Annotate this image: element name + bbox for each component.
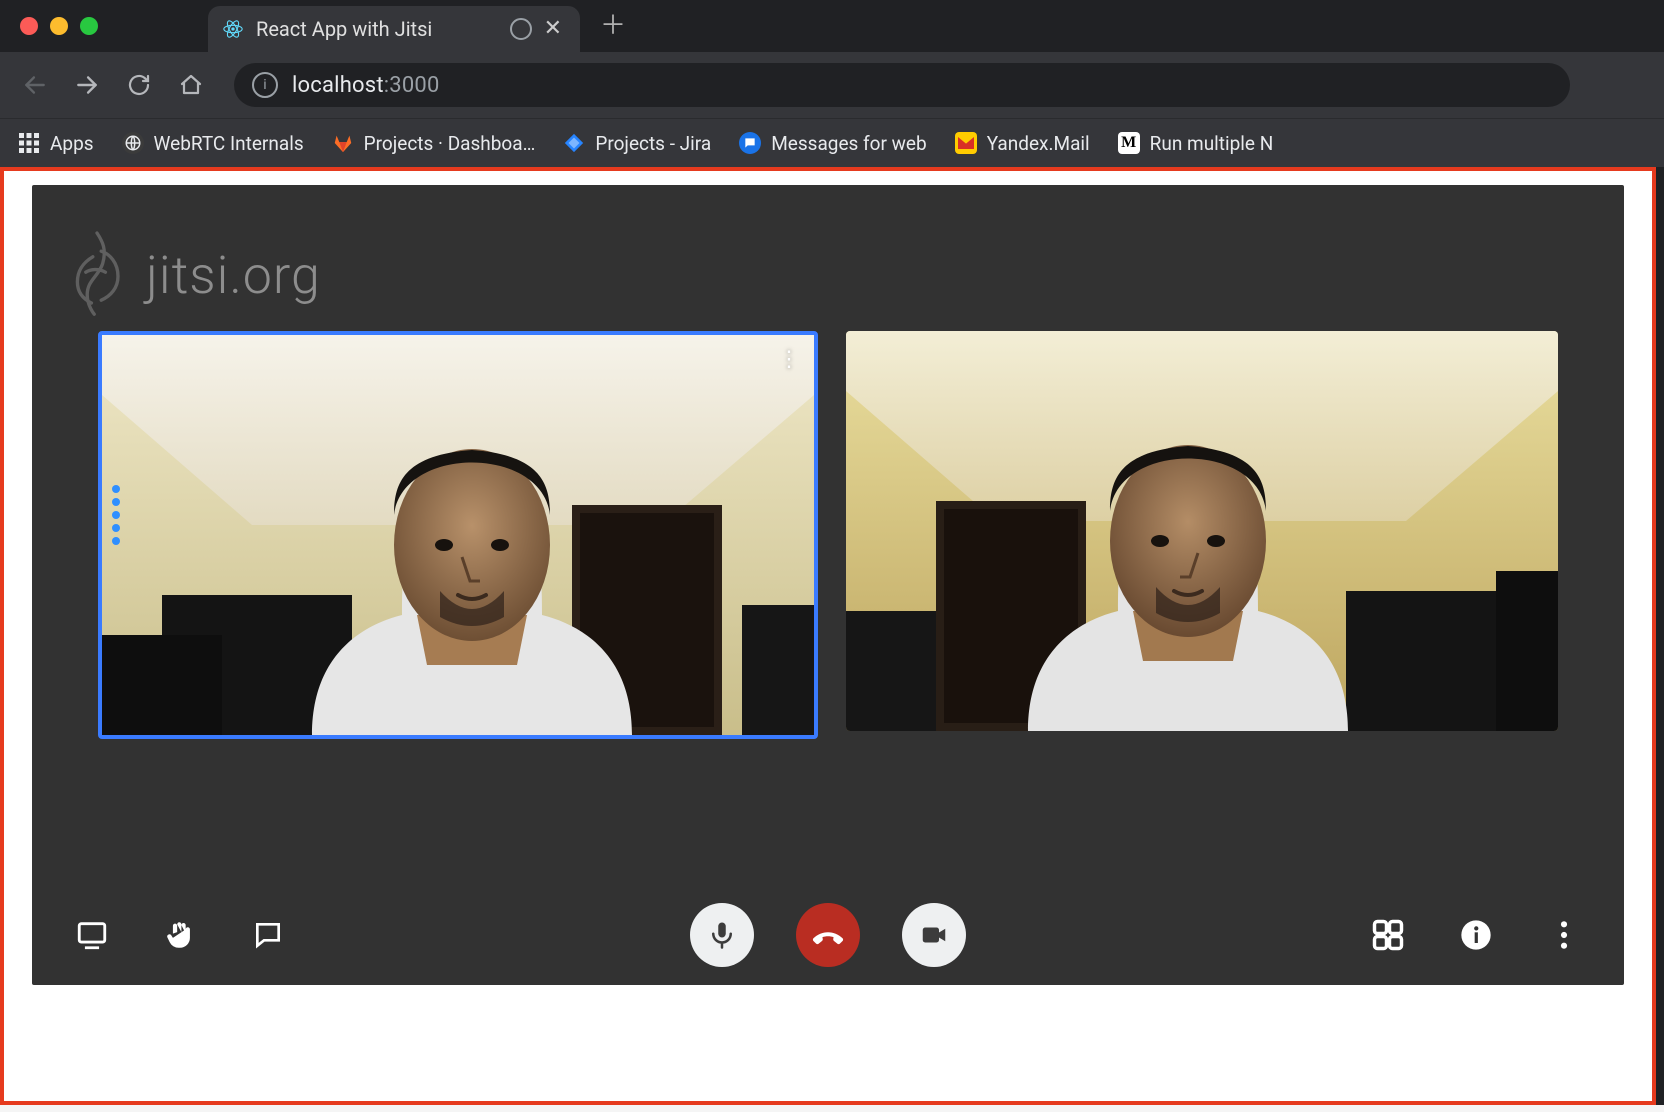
apps-label: Apps bbox=[50, 132, 94, 155]
jitsi-logo: jitsi.org bbox=[62, 225, 321, 325]
nav-back-button[interactable] bbox=[18, 68, 52, 102]
video-thumbnail bbox=[102, 335, 814, 735]
participant-tile-self[interactable]: ⋮ bbox=[98, 331, 818, 739]
jitsi-brand-text: jitsi.org bbox=[146, 245, 321, 306]
bookmark-webrtc[interactable]: WebRTC Internals bbox=[122, 132, 304, 155]
bookmark-label: Yandex.Mail bbox=[987, 132, 1090, 155]
tab-loading-indicator bbox=[510, 18, 532, 40]
more-actions-button[interactable] bbox=[1544, 915, 1584, 955]
tab-title: React App with Jitsi bbox=[256, 17, 498, 41]
jitsi-app-frame: jitsi.org bbox=[32, 185, 1624, 985]
bookmark-medium[interactable]: M Run multiple N bbox=[1118, 132, 1274, 155]
nav-home-button[interactable] bbox=[174, 68, 208, 102]
react-favicon bbox=[222, 18, 244, 40]
minimize-window-dot[interactable] bbox=[50, 17, 68, 35]
url-text: localhost:3000 bbox=[292, 73, 440, 98]
video-thumbnail bbox=[846, 331, 1558, 731]
address-bar[interactable]: i localhost:3000 bbox=[234, 63, 1570, 107]
zoom-window-dot[interactable] bbox=[80, 17, 98, 35]
medium-icon: M bbox=[1118, 132, 1140, 154]
bookmark-jira[interactable]: Projects - Jira bbox=[563, 132, 711, 155]
window-traffic-lights[interactable] bbox=[20, 17, 98, 35]
hangup-button[interactable] bbox=[796, 903, 860, 967]
tile-kebab-icon[interactable]: ⋮ bbox=[778, 347, 800, 372]
bookmark-label: Run multiple N bbox=[1150, 132, 1274, 155]
bookmark-label: Messages for web bbox=[771, 132, 927, 155]
chat-button[interactable] bbox=[248, 915, 288, 955]
connection-indicator[interactable] bbox=[112, 485, 120, 545]
bookmark-gitlab[interactable]: Projects · Dashboa… bbox=[332, 132, 536, 155]
apps-grid-icon bbox=[18, 132, 40, 154]
raise-hand-button[interactable] bbox=[160, 915, 200, 955]
bookmark-label: Projects - Jira bbox=[595, 132, 711, 155]
toggle-mic-button[interactable] bbox=[690, 903, 754, 967]
close-window-dot[interactable] bbox=[20, 17, 38, 35]
bookmark-label: Projects · Dashboa… bbox=[364, 132, 536, 155]
globe-icon bbox=[122, 132, 144, 154]
messages-icon bbox=[739, 132, 761, 154]
tile-view-button[interactable] bbox=[1368, 915, 1408, 955]
bookmark-yandex[interactable]: Yandex.Mail bbox=[955, 132, 1090, 155]
nav-reload-button[interactable] bbox=[122, 68, 156, 102]
apps-button[interactable]: Apps bbox=[18, 132, 94, 155]
jira-icon bbox=[563, 132, 585, 154]
gitlab-icon bbox=[332, 132, 354, 154]
bookmark-messages[interactable]: Messages for web bbox=[739, 132, 927, 155]
site-info-icon[interactable]: i bbox=[252, 72, 278, 98]
mail-icon bbox=[955, 132, 977, 154]
info-button[interactable] bbox=[1456, 915, 1496, 955]
participant-tile-remote[interactable] bbox=[846, 331, 1558, 731]
bookmark-label: WebRTC Internals bbox=[154, 132, 304, 155]
nav-forward-button[interactable] bbox=[70, 68, 104, 102]
jitsi-mark-icon bbox=[62, 225, 132, 325]
screen-share-button[interactable] bbox=[72, 915, 112, 955]
close-tab-icon[interactable]: ✕ bbox=[544, 20, 562, 38]
new-tab-button[interactable]: ＋ bbox=[600, 13, 626, 39]
toggle-camera-button[interactable] bbox=[902, 903, 966, 967]
browser-tab[interactable]: React App with Jitsi ✕ bbox=[208, 6, 580, 52]
